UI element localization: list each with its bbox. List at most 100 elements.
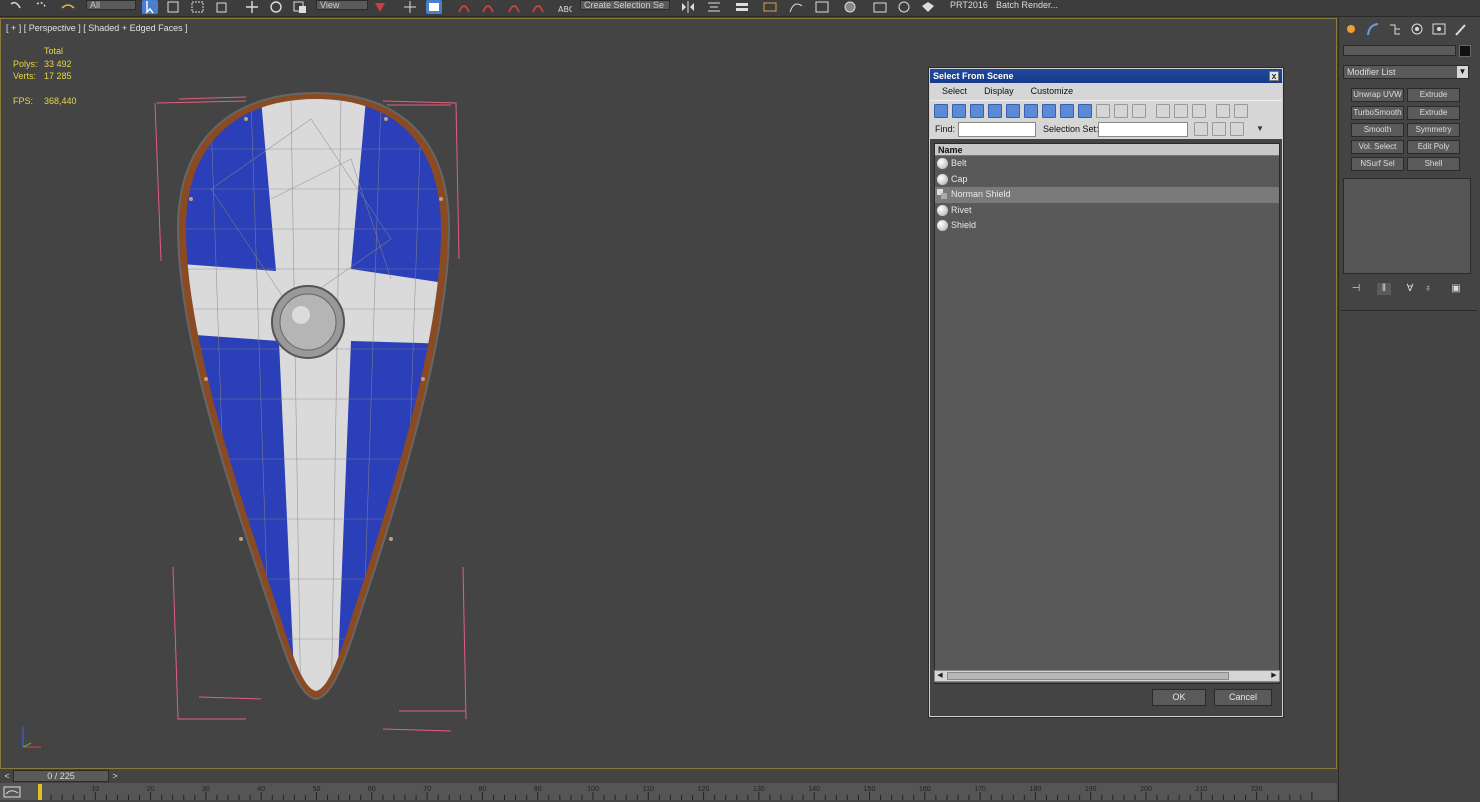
named-selection-sets-dropdown[interactable]: Create Selection Se [580, 0, 670, 10]
select-invert-icon[interactable] [1192, 104, 1206, 118]
modifier-button[interactable]: TurboSmooth [1351, 106, 1404, 120]
display-invert-icon[interactable] [1132, 104, 1146, 118]
percent-snap-icon[interactable] [506, 0, 522, 14]
scroll-right-icon[interactable]: ▶ [1269, 671, 1279, 681]
modifier-button[interactable]: Edit Poly [1407, 140, 1460, 154]
layer-explorer-icon[interactable] [734, 0, 750, 14]
modifier-button[interactable]: Symmetry [1407, 123, 1460, 137]
object-list[interactable]: Name Belt Cap Norman Shield Rivet Shield [934, 143, 1280, 684]
modifier-button[interactable]: NSurf Sel [1351, 157, 1404, 171]
utilities-tab-icon[interactable] [1453, 22, 1469, 37]
list-item[interactable]: Norman Shield [935, 187, 1279, 203]
add-selection-set-icon[interactable] [1194, 122, 1208, 136]
track-bar[interactable]: 10 20 30 40 50 60 70 80 90 100 110 120 130 140 150 160 1… [0, 783, 1337, 800]
scroll-left-icon[interactable]: ◀ [935, 671, 945, 681]
render-production-icon[interactable] [920, 0, 936, 14]
norman-shield-model[interactable] [151, 79, 481, 739]
reference-coordinate-dropdown[interactable]: View [316, 0, 368, 10]
cancel-button[interactable]: Cancel [1214, 689, 1272, 706]
select-object-icon[interactable] [142, 0, 158, 14]
pin-stack-icon[interactable]: ⊣ [1349, 283, 1363, 295]
keyboard-shortcut-override-icon[interactable] [426, 0, 442, 14]
create-tab-icon[interactable] [1343, 22, 1359, 37]
display-bones-icon[interactable] [1078, 104, 1092, 118]
display-lights-icon[interactable] [970, 104, 984, 118]
edit-selection-set-icon[interactable] [1230, 122, 1244, 136]
list-item[interactable]: Cap [935, 172, 1279, 188]
display-none-icon[interactable] [1114, 104, 1128, 118]
menu-customize[interactable]: Customize [1024, 83, 1081, 100]
display-helpers-icon[interactable] [1006, 104, 1020, 118]
modify-tab-icon[interactable] [1365, 22, 1381, 37]
render-setup-icon[interactable] [872, 0, 888, 14]
modifier-button[interactable]: Extrude [1407, 106, 1460, 120]
current-frame-marker[interactable] [38, 784, 42, 800]
viewport-label[interactable]: [ + ] [ Perspective ] [ Shaded + Edged F… [6, 23, 188, 33]
select-by-name-icon[interactable] [166, 0, 182, 14]
make-unique-icon[interactable]: ∀ [1403, 283, 1417, 295]
remove-selection-set-icon[interactable] [1212, 122, 1226, 136]
rotate-icon[interactable] [268, 0, 284, 14]
spinner-snap-icon[interactable] [530, 0, 546, 14]
motion-tab-icon[interactable] [1409, 22, 1425, 37]
selection-set-dropdown[interactable] [1098, 122, 1188, 137]
modifier-stack[interactable] [1343, 178, 1471, 274]
project-label[interactable]: PRT2016 [950, 0, 988, 10]
dialog-titlebar[interactable]: Select From Scene x [930, 69, 1282, 83]
show-end-result-icon[interactable]: ‖ [1377, 283, 1391, 295]
rectangular-selection-icon[interactable] [190, 0, 206, 14]
list-item[interactable]: Shield [935, 218, 1279, 234]
previous-frame-button[interactable]: < [2, 771, 12, 782]
time-slider-thumb[interactable]: 0 / 225 [13, 770, 109, 782]
display-geometry-icon[interactable] [934, 104, 948, 118]
menu-display[interactable]: Display [977, 83, 1021, 100]
filter-options-icon[interactable] [1234, 104, 1248, 118]
pivot-icon[interactable] [372, 0, 388, 14]
column-header-name[interactable]: Name [935, 144, 1279, 156]
display-shapes-icon[interactable] [952, 104, 966, 118]
link-icon[interactable] [8, 0, 24, 14]
display-space-warps-icon[interactable] [1024, 104, 1038, 118]
close-button[interactable]: x [1269, 71, 1279, 81]
configure-modifier-sets-icon[interactable]: ▣ [1449, 283, 1463, 295]
angle-snap-icon[interactable] [480, 0, 496, 14]
find-input[interactable] [958, 122, 1036, 137]
material-editor-icon[interactable] [842, 0, 858, 14]
remove-modifier-icon[interactable]: ♁ [1421, 283, 1435, 295]
select-manipulate-icon[interactable] [402, 0, 418, 14]
list-item[interactable]: Belt [935, 156, 1279, 172]
unlink-icon[interactable] [34, 0, 50, 14]
select-none-icon[interactable] [1174, 104, 1188, 118]
align-icon[interactable] [706, 0, 722, 14]
ok-button[interactable]: OK [1152, 689, 1206, 706]
object-name-field[interactable] [1343, 45, 1456, 56]
mirror-icon[interactable] [680, 0, 696, 14]
move-icon[interactable] [244, 0, 260, 14]
selection-filter-dropdown[interactable]: All [86, 0, 136, 10]
schematic-view-icon[interactable] [814, 0, 830, 14]
snaps-toggle-icon[interactable] [456, 0, 472, 14]
modifier-button[interactable]: Unwrap UVW [1351, 88, 1404, 102]
display-xrefs-icon[interactable] [1060, 104, 1074, 118]
scale-icon[interactable] [292, 0, 308, 14]
hierarchy-tab-icon[interactable] [1387, 22, 1403, 37]
scrollbar-thumb[interactable] [947, 672, 1229, 680]
time-slider[interactable]: < 0 / 225 > [0, 770, 1337, 783]
chevron-down-icon[interactable]: ▼ [1256, 124, 1264, 133]
display-groups-icon[interactable] [1042, 104, 1056, 118]
next-frame-button[interactable]: > [110, 771, 120, 782]
curve-editor-mini-icon[interactable] [3, 786, 23, 798]
filter-icon[interactable] [1216, 104, 1230, 118]
rendered-frame-window-icon[interactable] [896, 0, 912, 14]
menu-select[interactable]: Select [935, 83, 974, 100]
window-crossing-icon[interactable] [214, 0, 230, 14]
bind-space-warp-icon[interactable] [60, 0, 76, 14]
modifier-list-dropdown[interactable]: Modifier List ▼ [1343, 65, 1469, 79]
display-all-icon[interactable] [1096, 104, 1110, 118]
edit-named-selection-icon[interactable]: ABC [556, 0, 572, 14]
curve-editor-icon[interactable] [788, 0, 804, 14]
select-all-icon[interactable] [1156, 104, 1170, 118]
modifier-button[interactable]: Vol. Select [1351, 140, 1404, 154]
display-tab-icon[interactable] [1431, 22, 1447, 37]
object-color-swatch[interactable] [1459, 45, 1471, 57]
